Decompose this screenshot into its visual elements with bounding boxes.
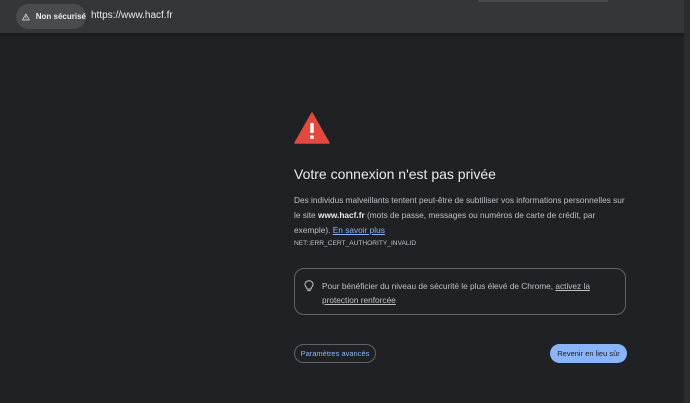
address-bar-url[interactable]: https://www.hacf.fr [91,10,173,21]
page-title: Votre connexion n'est pas privée [294,166,496,182]
advanced-button[interactable]: Paramètres avancés [294,344,376,363]
not-secure-chip[interactable]: Non sécurisé [16,4,86,29]
error-code[interactable]: NET::ERR_CERT_AUTHORITY_INVALID [294,240,416,247]
enhanced-protection-text: Pour bénéficier du niveau de sécurité le… [322,279,612,307]
enhanced-protection-message: Pour bénéficier du niveau de sécurité le… [322,281,556,291]
warning-description: Des individus malveillants tentent peut-… [294,193,630,238]
site-name: www.hacf.fr [317,210,365,220]
tab-strip-edge [478,0,608,2]
enhanced-protection-box: Pour bénéficier du niveau de sécurité le… [294,268,626,315]
browser-toolbar: Non sécurisé https://www.hacf.fr [0,0,690,33]
lightbulb-icon [304,280,314,292]
back-to-safety-button[interactable]: Revenir en lieu sûr [550,344,627,363]
warning-triangle-icon [294,112,330,144]
toolbar-divider [0,33,690,36]
not-secure-label: Non sécurisé [35,12,86,21]
learn-more-link[interactable]: En savoir plus [333,225,385,235]
side-panel-edge [684,0,690,403]
warning-triangle-icon [22,13,30,20]
